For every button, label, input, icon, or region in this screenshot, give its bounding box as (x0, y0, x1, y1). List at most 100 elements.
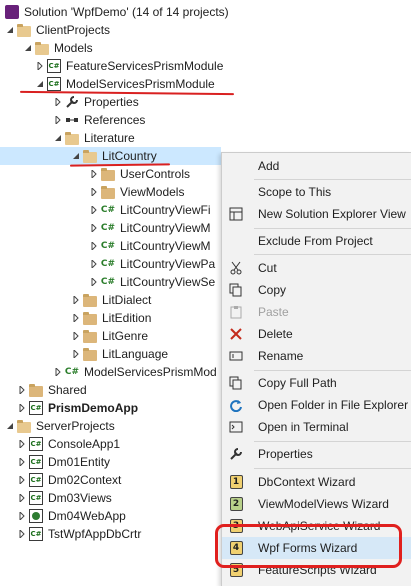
terminal-icon (222, 416, 250, 438)
tree-row-lit-country[interactable]: LitCountry (0, 147, 221, 165)
tree-row-lit-edition[interactable]: LitEdition (0, 309, 221, 327)
prism-demo-app-label: PrismDemoApp (48, 401, 139, 415)
menu-item-paste[interactable]: Paste (222, 301, 411, 323)
collapsed-arrow-icon[interactable] (70, 291, 82, 309)
model-services-label: ModelServicesPrismModule (66, 77, 215, 91)
folder-icon (100, 166, 116, 182)
collapsed-arrow-icon[interactable] (16, 489, 28, 507)
collapsed-arrow-icon[interactable] (52, 111, 64, 129)
collapsed-arrow-icon[interactable] (88, 219, 100, 237)
menu-item-exclude-from-project[interactable]: Exclude From Project (222, 230, 411, 252)
tree-row-lit-language[interactable]: LitLanguage (0, 345, 221, 363)
tree-row-literature[interactable]: Literature (0, 129, 411, 147)
menu-item-rename[interactable]: Rename (222, 345, 411, 367)
csharp-project-icon: C# (28, 400, 44, 416)
collapsed-arrow-icon[interactable] (88, 237, 100, 255)
collapsed-arrow-icon[interactable] (34, 57, 46, 75)
menu-item-new-solution-explorer-view[interactable]: New Solution Explorer View (222, 203, 411, 225)
menu-item-delete[interactable]: Delete (222, 323, 411, 345)
tree-row-file[interactable]: C# LitCountryViewFi (0, 201, 221, 219)
collapsed-arrow-icon[interactable] (16, 525, 28, 543)
collapsed-arrow-icon[interactable] (16, 381, 28, 399)
tree-row-console-app[interactable]: C# ConsoleApp1 (0, 435, 221, 453)
tree-row-dm01[interactable]: C# Dm01Entity (0, 453, 221, 471)
tree-row-solution[interactable]: Solution 'WpfDemo' (14 of 14 projects) (0, 3, 411, 21)
tree-row-view-models[interactable]: ViewModels (0, 183, 221, 201)
rename-icon (222, 345, 250, 367)
tree-row-model-services[interactable]: C# ModelServicesPrismModule (0, 75, 411, 93)
refresh-arrow-icon (222, 394, 250, 416)
expanded-arrow-icon[interactable] (70, 147, 82, 165)
collapsed-arrow-icon[interactable] (52, 93, 64, 111)
tree-row-file[interactable]: C# LitCountryViewM (0, 219, 221, 237)
collapsed-arrow-icon[interactable] (16, 453, 28, 471)
console-app-label: ConsoleApp1 (48, 437, 121, 451)
tree-row-file[interactable]: C# LitCountryViewPa (0, 255, 221, 273)
tree-row-model-services-file[interactable]: C# ModelServicesPrismMod (0, 363, 221, 381)
tree-row-file[interactable]: C# LitCountryViewM (0, 237, 221, 255)
tree-row-file[interactable]: C# LitCountryViewSe (0, 273, 221, 291)
expanded-arrow-icon[interactable] (4, 417, 16, 435)
collapsed-arrow-icon[interactable] (16, 471, 28, 489)
menu-item-dbcontext-wizard[interactable]: 1 DbContext Wizard (222, 471, 411, 493)
csharp-project-icon: C# (28, 526, 44, 542)
client-projects-label: ClientProjects (36, 23, 111, 37)
menu-item-viewmodelviews-wizard[interactable]: 2 ViewModelViews Wizard (222, 493, 411, 515)
collapsed-arrow-icon[interactable] (70, 345, 82, 363)
tree-row-prism-demo-app[interactable]: C# PrismDemoApp (0, 399, 221, 417)
csharp-file-icon: C# (100, 259, 116, 269)
collapsed-arrow-icon[interactable] (88, 165, 100, 183)
references-icon (64, 112, 80, 128)
expanded-arrow-icon[interactable] (22, 39, 34, 57)
tree-row-properties[interactable]: Properties (0, 93, 411, 111)
tree-row-lit-dialect[interactable]: LitDialect (0, 291, 221, 309)
csharp-project-icon: C# (46, 76, 62, 92)
csharp-project-icon: C# (28, 454, 44, 470)
menu-item-copy[interactable]: Copy (222, 279, 411, 301)
collapsed-arrow-icon[interactable] (88, 201, 100, 219)
collapsed-arrow-icon[interactable] (88, 183, 100, 201)
file-label: LitCountryViewM (120, 221, 211, 235)
tree-row-feature-services[interactable]: C# FeatureServicesPrismModule (0, 57, 411, 75)
tree-row-user-controls[interactable]: UserControls (0, 165, 221, 183)
expanded-arrow-icon[interactable] (52, 129, 64, 147)
server-projects-label: ServerProjects (36, 419, 115, 433)
csharp-project-icon: C# (28, 436, 44, 452)
tree-row-models[interactable]: Models (0, 39, 411, 57)
tree-row-dm04[interactable]: Dm04WebApp (0, 507, 221, 525)
web-project-icon (28, 508, 44, 524)
menu-item-open-in-terminal[interactable]: Open in Terminal (222, 416, 411, 438)
tree-row-server-projects[interactable]: ServerProjects (0, 417, 221, 435)
menu-item-cut[interactable]: Cut (222, 257, 411, 279)
properties-label: Properties (84, 95, 139, 109)
collapsed-arrow-icon[interactable] (52, 363, 64, 381)
tree-row-tst[interactable]: C# TstWpfAppDbCrtr (0, 525, 221, 543)
menu-item-scope-to-this[interactable]: Scope to This (222, 181, 411, 203)
collapsed-arrow-icon[interactable] (88, 273, 100, 291)
expanded-arrow-icon[interactable] (4, 21, 16, 39)
collapsed-arrow-icon[interactable] (70, 309, 82, 327)
menu-item-open-folder[interactable]: Open Folder in File Explorer (222, 394, 411, 416)
collapsed-arrow-icon[interactable] (88, 255, 100, 273)
feature-services-label: FeatureServicesPrismModule (66, 59, 224, 73)
tree-row-references[interactable]: References (0, 111, 411, 129)
tree-row-shared[interactable]: Shared (0, 381, 221, 399)
delete-x-icon (222, 323, 250, 345)
menu-item-add[interactable]: Add (222, 155, 411, 177)
folder-icon (82, 148, 98, 164)
folder-icon (82, 292, 98, 308)
folder-icon (28, 382, 44, 398)
menu-item-copy-full-path[interactable]: Copy Full Path (222, 372, 411, 394)
menu-item-properties[interactable]: Properties (222, 443, 411, 465)
tree-row-dm03[interactable]: C# Dm03Views (0, 489, 221, 507)
menu-separator (254, 254, 411, 255)
tree-row-dm02[interactable]: C# Dm02Context (0, 471, 221, 489)
collapsed-arrow-icon[interactable] (16, 435, 28, 453)
collapsed-arrow-icon[interactable] (70, 327, 82, 345)
collapsed-arrow-icon[interactable] (16, 507, 28, 525)
model-services-file-label: ModelServicesPrismMod (84, 365, 217, 379)
collapsed-arrow-icon[interactable] (16, 399, 28, 417)
tree-row-lit-genre[interactable]: LitGenre (0, 327, 221, 345)
tree-row-client-projects[interactable]: ClientProjects (0, 21, 411, 39)
csharp-file-icon: C# (100, 223, 116, 233)
